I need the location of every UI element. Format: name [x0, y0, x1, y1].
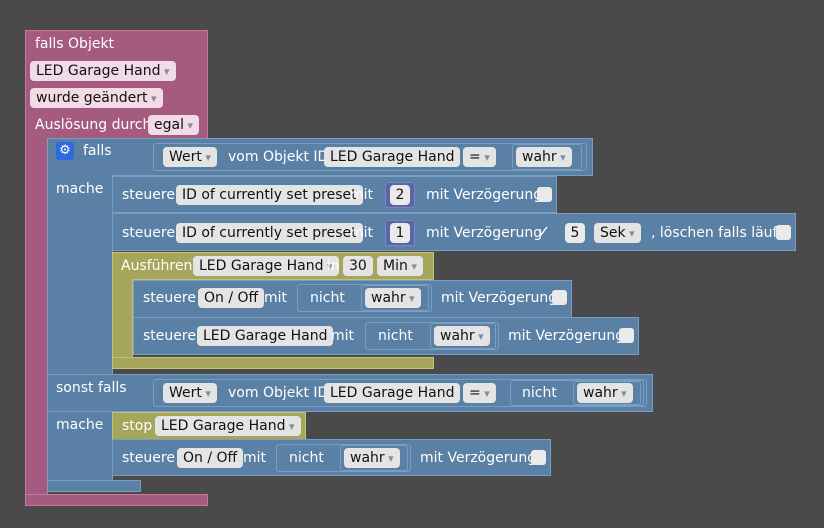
cond2-operator-dropdown[interactable]: =: [463, 383, 496, 403]
cond2-bool-dropdown[interactable]: wahr: [577, 383, 633, 403]
timeout-in-label: in: [327, 258, 340, 274]
then-label-2: mache: [56, 417, 104, 433]
ctrl3-delay-label: mit Verzögerung: [441, 290, 558, 306]
ctrl4-delay-label: mit Verzögerung: [508, 328, 625, 344]
cond1-bool-dropdown[interactable]: wahr: [516, 147, 572, 167]
ctrl5-verb-label: steuere: [122, 450, 175, 466]
ctrl1-number-field[interactable]: 2: [390, 185, 410, 205]
ctrl1-with-label: mit: [350, 187, 374, 203]
ctrl3-with-label: mit: [264, 290, 288, 306]
ctrl2-delay-amount-field[interactable]: 5: [565, 223, 585, 243]
ctrl2-unit-dropdown[interactable]: Sek: [594, 223, 641, 243]
ctrl3-delay-checkbox[interactable]: [552, 290, 567, 305]
then-label: mache: [56, 181, 104, 197]
cond2-from-object-label: vom Objekt ID: [228, 385, 329, 401]
event-header-label: falls Objekt: [35, 36, 115, 52]
timeout-object-dropdown[interactable]: LED Garage Hand: [193, 256, 339, 276]
event-trigger-label: Auslösung durch: [35, 117, 152, 133]
ctrl1-verb-label: steuere: [122, 187, 175, 203]
ctrl3-object-field[interactable]: On / Off: [198, 288, 265, 308]
ctrl2-number-field[interactable]: 1: [390, 223, 410, 243]
ctrl2-with-label: mit: [350, 225, 374, 241]
timeout-block-spine: [112, 279, 133, 363]
ctrl3-bool-dropdown[interactable]: wahr: [365, 288, 421, 308]
ctrl4-bool-dropdown[interactable]: wahr: [434, 326, 490, 346]
timeout-amount-field[interactable]: 30: [343, 256, 373, 276]
ctrl4-with-label: mit: [331, 328, 355, 344]
ctrl5-bool-dropdown[interactable]: wahr: [344, 448, 400, 468]
ctrl5-not-label: nicht: [289, 450, 324, 466]
ctrl4-not-label: nicht: [378, 328, 413, 344]
cond1-value-type-dropdown[interactable]: Wert: [163, 147, 217, 167]
stop-label: stop: [122, 418, 153, 434]
ctrl2-verb-label: steuere: [122, 225, 175, 241]
gear-icon[interactable]: ⚙: [56, 142, 74, 160]
cond2-value-type-dropdown[interactable]: Wert: [163, 383, 217, 403]
ctrl2-delay-checkmark[interactable]: ✓: [537, 222, 550, 242]
ctrl5-delay-label: mit Verzögerung: [420, 450, 537, 466]
event-block-spine: [25, 142, 48, 495]
ctrl4-delay-checkbox[interactable]: [619, 328, 634, 343]
ctrl1-delay-label: mit Verzögerung: [426, 187, 543, 203]
ctrl4-verb-label: steuere: [143, 328, 196, 344]
if-label: falls: [83, 143, 112, 159]
event-condition-dropdown[interactable]: wurde geändert: [30, 88, 163, 108]
ctrl2-clear-label: , löschen falls läuft: [651, 225, 783, 241]
cond1-object-id-field[interactable]: LED Garage Hand: [324, 147, 461, 167]
ctrl2-object-field[interactable]: ID of currently set preset: [176, 223, 363, 243]
ctrl4-object-field[interactable]: LED Garage Hand: [197, 326, 334, 346]
ctrl5-delay-checkbox[interactable]: [531, 450, 546, 465]
timeout-unit-dropdown[interactable]: Min: [377, 256, 423, 276]
elseif-label: sonst falls: [56, 380, 127, 396]
event-object-dropdown[interactable]: LED Garage Hand: [30, 61, 176, 81]
stop-object-dropdown[interactable]: LED Garage Hand: [155, 416, 301, 436]
ctrl2-clear-checkbox[interactable]: [776, 225, 791, 240]
cond2-object-id-field[interactable]: LED Garage Hand: [324, 383, 461, 403]
timeout-label: Ausführen: [121, 258, 193, 274]
ctrl5-with-label: mit: [243, 450, 267, 466]
event-block-footer: [25, 494, 208, 506]
ctrl2-delay-label: mit Verzögerung: [426, 225, 543, 241]
cond2-not-label: nicht: [522, 385, 557, 401]
ctrl1-delay-checkbox[interactable]: [537, 187, 552, 202]
if-block-spine: [47, 175, 113, 491]
cond1-from-object-label: vom Objekt ID: [228, 149, 329, 165]
ctrl5-object-field[interactable]: On / Off: [177, 448, 244, 468]
if-block-footer: [47, 480, 141, 492]
timeout-block-footer: [112, 357, 434, 369]
ctrl1-object-field[interactable]: ID of currently set preset: [176, 185, 363, 205]
event-trigger-dropdown[interactable]: egal: [148, 115, 199, 135]
cond1-operator-dropdown[interactable]: =: [463, 147, 496, 167]
ctrl3-verb-label: steuere: [143, 290, 196, 306]
ctrl3-not-label: nicht: [310, 290, 345, 306]
